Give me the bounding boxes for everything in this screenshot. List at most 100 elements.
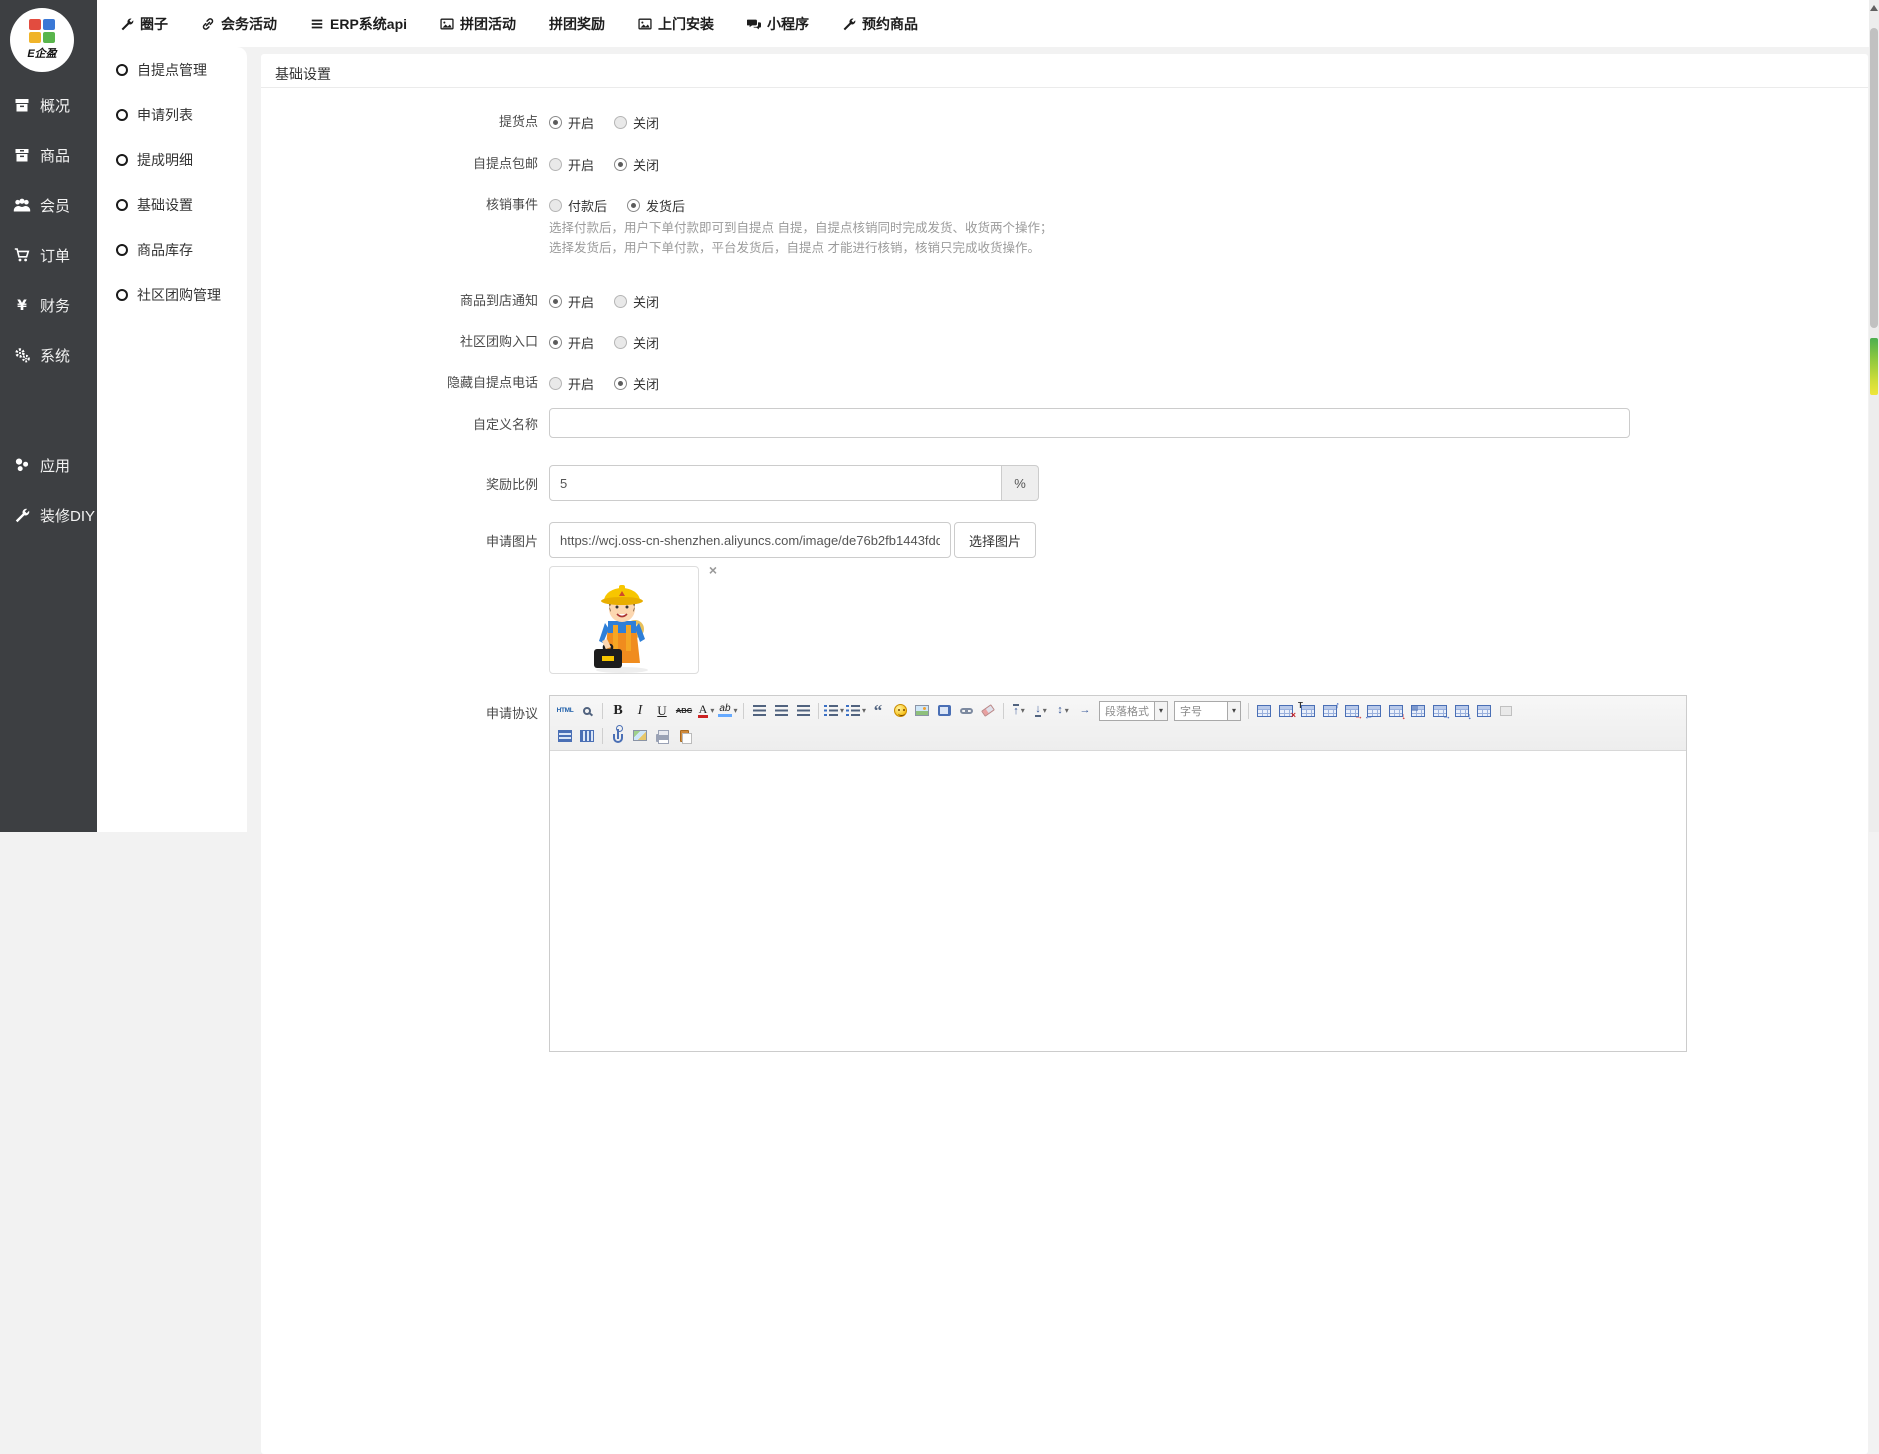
sidebar-item-订单[interactable]: 订单 (0, 230, 97, 280)
radio-option-关闭[interactable]: 关闭 (614, 333, 659, 352)
delete-table-icon[interactable]: × (1276, 700, 1296, 721)
scrollbar-thumb[interactable] (1870, 28, 1878, 328)
radio-button-checked[interactable] (614, 158, 627, 171)
insert-row-above-icon[interactable]: ↑ (1320, 700, 1340, 721)
insert-row-below-icon[interactable]: ↓ (1452, 700, 1472, 721)
scrollbar-up-arrow-icon[interactable] (1870, 5, 1878, 11)
insert-col-left-icon[interactable]: ← (1364, 700, 1384, 721)
brand-logo[interactable]: E企盈 (10, 8, 74, 72)
emoticon-icon[interactable] (890, 700, 910, 721)
radio-option-付款后[interactable]: 付款后 (549, 196, 607, 215)
line-height-icon[interactable]: ↕▾ (1053, 700, 1073, 721)
radio-option-开启[interactable]: 开启 (549, 333, 594, 352)
print-icon[interactable] (652, 725, 672, 746)
remove-image-icon[interactable]: × (709, 563, 717, 577)
cell-prop-icon[interactable] (1408, 700, 1428, 721)
choose-image-button[interactable]: 选择图片 (954, 522, 1036, 558)
topnav-item-小程序[interactable]: 小程序 (747, 14, 809, 34)
radio-button[interactable] (549, 158, 562, 171)
topnav-item-ERP系统api[interactable]: ERP系统api (310, 14, 407, 34)
italic-icon[interactable]: I (630, 700, 650, 721)
topnav-item-会务活动[interactable]: 会务活动 (201, 14, 277, 34)
subnav-item-自提点管理[interactable]: 自提点管理 (97, 47, 247, 92)
insert-table-icon[interactable] (1254, 700, 1274, 721)
merge-cols-icon[interactable] (577, 725, 597, 746)
delete-row-icon[interactable]: → (1342, 700, 1362, 721)
blockquote-icon[interactable]: “ (868, 700, 888, 721)
radio-option-开启[interactable]: 开启 (549, 113, 594, 132)
topnav-item-圈子[interactable]: 圈子 (120, 14, 168, 34)
custom-name-input[interactable] (549, 408, 1630, 438)
ordered-list-icon[interactable]: ▾ (824, 700, 844, 721)
radio-button-checked[interactable] (549, 295, 562, 308)
radio-button-checked[interactable] (549, 336, 562, 349)
radio-option-关闭[interactable]: 关闭 (614, 113, 659, 132)
unordered-list-icon[interactable]: ▾ (846, 700, 866, 721)
font-color-icon[interactable]: A▾ (696, 700, 716, 721)
strikethrough-icon[interactable]: ABC (674, 700, 694, 721)
topnav-item-上门安装[interactable]: 上门安装 (638, 14, 714, 34)
subnav-item-申请列表[interactable]: 申请列表 (97, 92, 247, 137)
topnav-item-拼团奖励[interactable]: 拼团奖励 (549, 14, 605, 34)
bold-icon[interactable]: B (608, 700, 628, 721)
sidebar-item-概况[interactable]: 概况 (0, 80, 97, 130)
delete-col-icon[interactable]: ↓ (1386, 700, 1406, 721)
radio-option-开启[interactable]: 开启 (549, 292, 594, 311)
subnav-item-社区团购管理[interactable]: 社区团购管理 (97, 272, 247, 317)
fullscreen-icon[interactable] (1496, 700, 1516, 721)
preview-icon[interactable] (577, 700, 597, 721)
insert-col-right-icon[interactable]: → (1430, 700, 1450, 721)
margin-top-icon[interactable]: ↑▾ (1009, 700, 1029, 721)
paste-icon[interactable] (674, 725, 694, 746)
sidebar-item-系统[interactable]: 系统 (0, 330, 97, 380)
align-right-icon[interactable] (793, 700, 813, 721)
radio-option-关闭[interactable]: 关闭 (614, 374, 659, 393)
insert-image-icon[interactable] (912, 700, 932, 721)
subnav-item-提成明细[interactable]: 提成明细 (97, 137, 247, 182)
radio-option-关闭[interactable]: 关闭 (614, 292, 659, 311)
anchor-icon[interactable] (608, 725, 628, 746)
paragraph-format-select[interactable]: 段落格式▾ (1099, 701, 1168, 721)
underline-icon[interactable]: U (652, 700, 672, 721)
link-icon[interactable] (956, 700, 976, 721)
radio-button-checked[interactable] (614, 377, 627, 390)
radio-button[interactable] (614, 295, 627, 308)
indent-icon[interactable]: → (1075, 700, 1095, 721)
radio-option-发货后[interactable]: 发货后 (627, 196, 685, 215)
subnav-item-基础设置[interactable]: 基础设置 (97, 182, 247, 227)
radio-option-关闭[interactable]: 关闭 (614, 155, 659, 174)
margin-bottom-icon[interactable]: ↓▾ (1031, 700, 1051, 721)
topnav-item-拼团活动[interactable]: 拼团活动 (440, 14, 516, 34)
table-grid-icon[interactable] (1474, 700, 1494, 721)
page-scrollbar[interactable] (1869, 0, 1879, 832)
subnav-item-商品库存[interactable]: 商品库存 (97, 227, 247, 272)
align-left-icon[interactable] (749, 700, 769, 721)
reward-ratio-input[interactable] (549, 465, 1002, 501)
merge-rows-icon[interactable] (555, 725, 575, 746)
sidebar-item-会员[interactable]: 会员 (0, 180, 97, 230)
align-center-icon[interactable] (771, 700, 791, 721)
sidebar-item-商品[interactable]: 商品 (0, 130, 97, 180)
apply-image-url-input[interactable] (549, 522, 951, 558)
table-prop-icon[interactable]: T (1298, 700, 1318, 721)
font-size-select[interactable]: 字号▾ (1174, 701, 1241, 721)
radio-option-开启[interactable]: 开启 (549, 374, 594, 393)
radio-button-checked[interactable] (627, 199, 640, 212)
radio-button[interactable] (614, 336, 627, 349)
sidebar-item-财务[interactable]: ¥财务 (0, 280, 97, 330)
image-map-icon[interactable] (630, 725, 650, 746)
sidebar-item-应用[interactable]: 应用 (0, 440, 97, 490)
editor-content-area[interactable] (550, 751, 1686, 1051)
html-source-icon[interactable]: HTML (555, 700, 575, 721)
radio-button[interactable] (549, 199, 562, 212)
scrollbar-accent-thumb[interactable] (1870, 338, 1878, 395)
sidebar-item-装修DIY[interactable]: 装修DIY (0, 490, 97, 540)
radio-button-checked[interactable] (549, 116, 562, 129)
insert-media-icon[interactable] (934, 700, 954, 721)
remove-format-icon[interactable] (978, 700, 998, 721)
highlight-color-icon[interactable]: ab▾ (718, 700, 738, 721)
radio-button[interactable] (614, 116, 627, 129)
topnav-item-预约商品[interactable]: 预约商品 (842, 14, 918, 34)
radio-button[interactable] (549, 377, 562, 390)
radio-option-开启[interactable]: 开启 (549, 155, 594, 174)
